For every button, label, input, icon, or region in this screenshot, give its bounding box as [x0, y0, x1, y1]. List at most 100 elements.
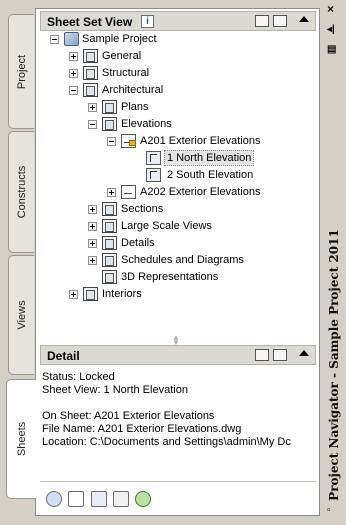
detail-title: Detail	[47, 349, 80, 363]
subset-icon	[102, 236, 117, 250]
collapse-caret-icon[interactable]	[299, 350, 309, 356]
tree-node-elevations[interactable]: Elevations	[40, 116, 316, 132]
lock-icon	[129, 140, 136, 146]
palette-title-bar: × ◂| ▤ Project Navigator - Sample Projec…	[322, 0, 346, 525]
collapse-icon[interactable]	[69, 86, 78, 95]
subset-icon	[102, 270, 117, 284]
info-icon[interactable]: i	[141, 15, 154, 28]
expand-icon[interactable]	[69, 52, 78, 61]
palette-title: Project Navigator - Sample Project 2011	[327, 229, 341, 501]
expand-icon[interactable]	[69, 69, 78, 78]
tree-node-label-selected: 1 North Elevation	[164, 150, 255, 166]
subset-icon	[83, 287, 98, 301]
pane-splitter[interactable]: ▲ ▼	[36, 333, 319, 347]
sheet-set-properties-icon[interactable]	[255, 15, 269, 27]
tree-node-a201[interactable]: A201 Exterior Elevations	[40, 133, 316, 149]
tree-node-label: A202 Exterior Elevations	[140, 186, 261, 198]
expand-icon[interactable]	[88, 205, 97, 214]
project-navigator-palette: Project Constructs Views Sheets Sheet Se…	[0, 0, 346, 525]
detail-body: Status: Locked Sheet View: 1 North Eleva…	[42, 371, 314, 449]
tree-node-south-elevation[interactable]: 2 South Elevation	[40, 167, 316, 183]
tree-node-a202[interactable]: A202 Exterior Elevations	[40, 184, 316, 200]
tab-project[interactable]: Project	[8, 14, 34, 129]
subset-icon	[83, 49, 98, 63]
tree-node-label: Details	[121, 237, 155, 249]
tree-node-label: Architectural	[102, 84, 164, 96]
subset-icon	[102, 253, 117, 267]
close-icon[interactable]: ×	[327, 2, 334, 16]
main-panel: Sheet Set View i Sample Project General …	[35, 8, 320, 516]
detail-spacer	[42, 397, 314, 410]
sheet-list-table-icon[interactable]	[113, 491, 129, 507]
sheet-icon	[121, 185, 136, 199]
auto-hide-icon[interactable]: ◂|	[327, 24, 335, 35]
tree-node-sections[interactable]: Sections	[40, 201, 316, 217]
tree-node-label: Plans	[121, 101, 149, 113]
expand-icon[interactable]	[88, 103, 97, 112]
tree-node-root[interactable]: Sample Project	[40, 31, 316, 47]
sheet-view-icon	[146, 168, 161, 182]
subset-icon	[83, 66, 98, 80]
expand-icon[interactable]	[69, 290, 78, 299]
collapse-icon[interactable]	[50, 35, 59, 44]
tree-node-label: Large Scale Views	[121, 220, 212, 232]
tab-views[interactable]: Views	[8, 255, 34, 375]
tree-node-structural[interactable]: Structural	[40, 65, 316, 81]
detail-status: Status: Locked	[42, 371, 115, 383]
tree-node-label: Sample Project	[82, 33, 157, 45]
properties-menu-icon[interactable]: ▤	[327, 44, 336, 55]
tree-node-details[interactable]: Details	[40, 235, 316, 251]
palette-menu-icon[interactable]: ▫	[327, 505, 331, 516]
preview-icon[interactable]	[273, 349, 287, 361]
tree-node-label: General	[102, 50, 142, 62]
tab-sheets[interactable]: Sheets	[6, 379, 36, 499]
subset-icon	[83, 83, 98, 97]
expand-icon[interactable]	[88, 222, 97, 231]
sheet-set-icon	[64, 32, 79, 46]
tree-node-label: Structural	[102, 67, 150, 79]
tab-constructs-label: Constructs	[15, 165, 28, 219]
sheet-list-icon[interactable]	[273, 15, 287, 27]
detail-view-icon[interactable]	[255, 349, 269, 361]
detail-header: Detail	[40, 345, 316, 365]
tree-node-general[interactable]: General	[40, 48, 316, 64]
sheet-set-view-header: Sheet Set View i	[40, 11, 316, 31]
tree-node-schedules[interactable]: Schedules and Diagrams	[40, 252, 316, 268]
splitter-grip-icon: ▲ ▼	[172, 333, 180, 347]
sheet-set-view-title: Sheet Set View	[47, 15, 133, 29]
project-browser-icon[interactable]	[46, 491, 62, 507]
expand-icon[interactable]	[88, 239, 97, 248]
tree-node-3d-representations[interactable]: 3D Representations	[40, 269, 316, 285]
tree-node-label: Interiors	[102, 288, 142, 300]
tree-node-label: A201 Exterior Elevations	[140, 135, 261, 147]
subset-icon	[102, 202, 117, 216]
tree-node-label: Schedules and Diagrams	[121, 254, 244, 266]
tab-project-label: Project	[15, 54, 28, 89]
tree-node-architectural[interactable]: Architectural	[40, 82, 316, 98]
sheet-view-icon	[146, 151, 161, 165]
tree-node-label: Sections	[121, 203, 164, 215]
tab-sheets-label: Sheets	[15, 421, 28, 457]
tree-node-plans[interactable]: Plans	[40, 99, 316, 115]
expand-icon[interactable]	[107, 188, 116, 197]
subset-icon	[102, 117, 117, 131]
new-sheet-icon[interactable]	[68, 491, 84, 507]
tree-node-large-scale-views[interactable]: Large Scale Views	[40, 218, 316, 234]
tab-constructs[interactable]: Constructs	[8, 131, 34, 253]
tree-node-label: 3D Representations	[121, 271, 219, 283]
collapse-icon[interactable]	[88, 120, 97, 129]
sheet-set-tree: Sample Project General Structural Archit…	[40, 31, 316, 331]
detail-file-name: File Name: A201 Exterior Elevations.dwg	[42, 423, 242, 435]
subset-icon	[102, 100, 117, 114]
publish-icon[interactable]	[91, 491, 107, 507]
tab-views-label: Views	[15, 300, 28, 330]
collapse-caret-icon[interactable]	[299, 16, 309, 22]
refresh-icon[interactable]	[135, 491, 151, 507]
tree-node-interiors[interactable]: Interiors	[40, 286, 316, 302]
tree-node-north-elevation[interactable]: 1 North Elevation	[40, 150, 316, 166]
expand-icon[interactable]	[88, 256, 97, 265]
tree-node-label: 2 South Elevation	[167, 169, 254, 181]
collapse-icon[interactable]	[107, 137, 116, 146]
subset-icon	[102, 219, 117, 233]
detail-on-sheet: On Sheet: A201 Exterior Elevations	[42, 410, 215, 422]
